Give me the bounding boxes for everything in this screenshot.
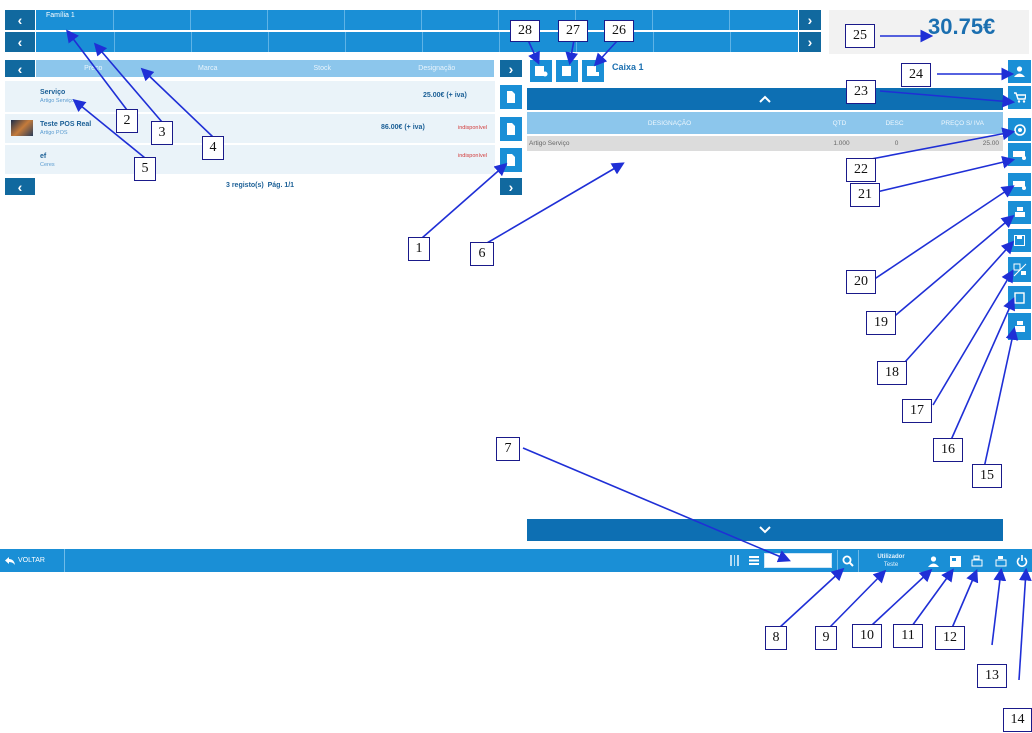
callout-label-12: 12: [935, 626, 965, 650]
callout-arrow-6: [486, 162, 625, 244]
callout-arrow-14: [1018, 567, 1032, 681]
callout-label-20: 20: [846, 270, 876, 294]
callout-label-19: 19: [866, 311, 896, 335]
callout-arrow-10: [871, 568, 933, 626]
callout-arrow-28: [527, 39, 540, 65]
callout-label-24: 24: [901, 63, 931, 87]
callout-arrow-13: [991, 567, 1007, 646]
callout-arrow-21: [863, 155, 1016, 196]
callout-arrow-12: [951, 569, 979, 629]
callout-label-27: 27: [558, 20, 588, 42]
callout-label-17: 17: [902, 399, 932, 423]
callout-arrow-9: [828, 569, 887, 629]
callout-label-28: 28: [510, 20, 540, 42]
callout-label-4: 4: [202, 136, 224, 160]
callout-arrow-17: [932, 269, 1014, 406]
callout-label-26: 26: [604, 20, 634, 42]
callout-label-3: 3: [151, 121, 173, 145]
callout-arrow-23: [879, 90, 1016, 108]
callout-label-9: 9: [815, 626, 837, 650]
callout-label-8: 8: [765, 626, 787, 650]
callout-label-13: 13: [977, 664, 1007, 688]
callout-arrow-7: [522, 447, 791, 563]
callout-arrow-15: [983, 326, 1019, 469]
callout-label-16: 16: [933, 438, 963, 462]
callout-arrow-8: [778, 567, 845, 629]
callout-label-7: 7: [496, 437, 520, 461]
callout-label-11: 11: [893, 624, 923, 648]
callout-label-22: 22: [846, 158, 876, 182]
callout-arrow-11: [911, 568, 954, 627]
callout-label-1: 1: [408, 237, 430, 261]
callout-label-18: 18: [877, 361, 907, 385]
callout-label-2: 2: [116, 109, 138, 133]
callout-label-23: 23: [846, 80, 876, 104]
callout-arrow-19: [883, 214, 1015, 326]
callout-arrow-1: [421, 162, 508, 239]
callout-label-15: 15: [972, 464, 1002, 488]
callout-arrow-18: [904, 240, 1015, 363]
callout-arrow-26: [593, 39, 619, 67]
callout-label-14: 14: [1003, 708, 1032, 732]
callout-label-25: 25: [845, 24, 875, 48]
callout-label-21: 21: [850, 183, 880, 207]
callout-label-6: 6: [470, 242, 494, 266]
callout-label-5: 5: [134, 157, 156, 181]
callout-label-10: 10: [852, 624, 882, 648]
callout-arrow-22: [865, 127, 1016, 161]
callout-arrow-27: [565, 39, 579, 66]
